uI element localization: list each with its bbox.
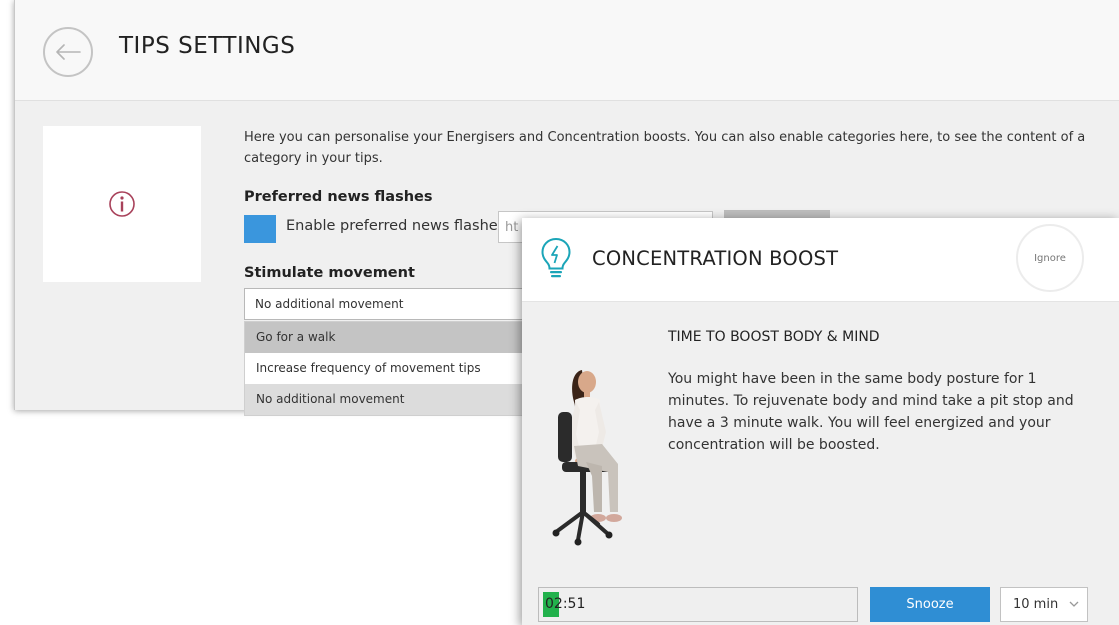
snooze-duration-value: 10 min <box>1013 597 1059 612</box>
popup-header: CONCENTRATION BOOST Ignore <box>522 218 1119 302</box>
popup-title: CONCENTRATION BOOST <box>592 247 839 270</box>
seated-woman-illustration <box>552 370 622 546</box>
movement-option-walk[interactable]: Go for a walk <box>245 322 543 353</box>
back-button[interactable] <box>43 27 93 77</box>
page-title: TIPS SETTINGS <box>119 33 296 59</box>
arrow-left-icon <box>56 44 81 60</box>
chevron-down-icon <box>1069 601 1079 607</box>
settings-header: TIPS SETTINGS <box>15 0 1119 101</box>
concentration-boost-popup: CONCENTRATION BOOST Ignore TIME TO BOOST… <box>522 218 1119 625</box>
movement-section-label: Stimulate movement <box>244 265 415 281</box>
movement-option-frequency[interactable]: Increase frequency of movement tips <box>245 353 543 384</box>
news-checkbox[interactable] <box>244 215 276 243</box>
timer-text: 02:51 <box>545 596 586 612</box>
intro-text: Here you can personalise your Energisers… <box>244 130 1086 166</box>
snooze-duration-select[interactable]: 10 min <box>1000 587 1088 622</box>
movement-option-none[interactable]: No additional movement <box>245 384 543 415</box>
boost-heading: TIME TO BOOST BODY & MIND <box>668 329 880 345</box>
info-panel <box>43 126 201 282</box>
news-section-label: Preferred news flashes <box>244 189 433 205</box>
info-icon <box>109 191 135 217</box>
movement-select[interactable]: No additional movement <box>244 288 544 320</box>
snooze-button[interactable]: Snooze <box>870 587 990 622</box>
movement-dropdown-list: Go for a walk Increase frequency of move… <box>244 321 544 416</box>
lightbulb-icon <box>541 237 571 278</box>
ignore-button[interactable]: Ignore <box>1016 224 1084 292</box>
boost-body-text: You might have been in the same body pos… <box>668 371 1074 453</box>
news-checkbox-label: Enable preferred news flashes <box>286 218 506 234</box>
timer-progress: 02:51 <box>538 587 858 622</box>
